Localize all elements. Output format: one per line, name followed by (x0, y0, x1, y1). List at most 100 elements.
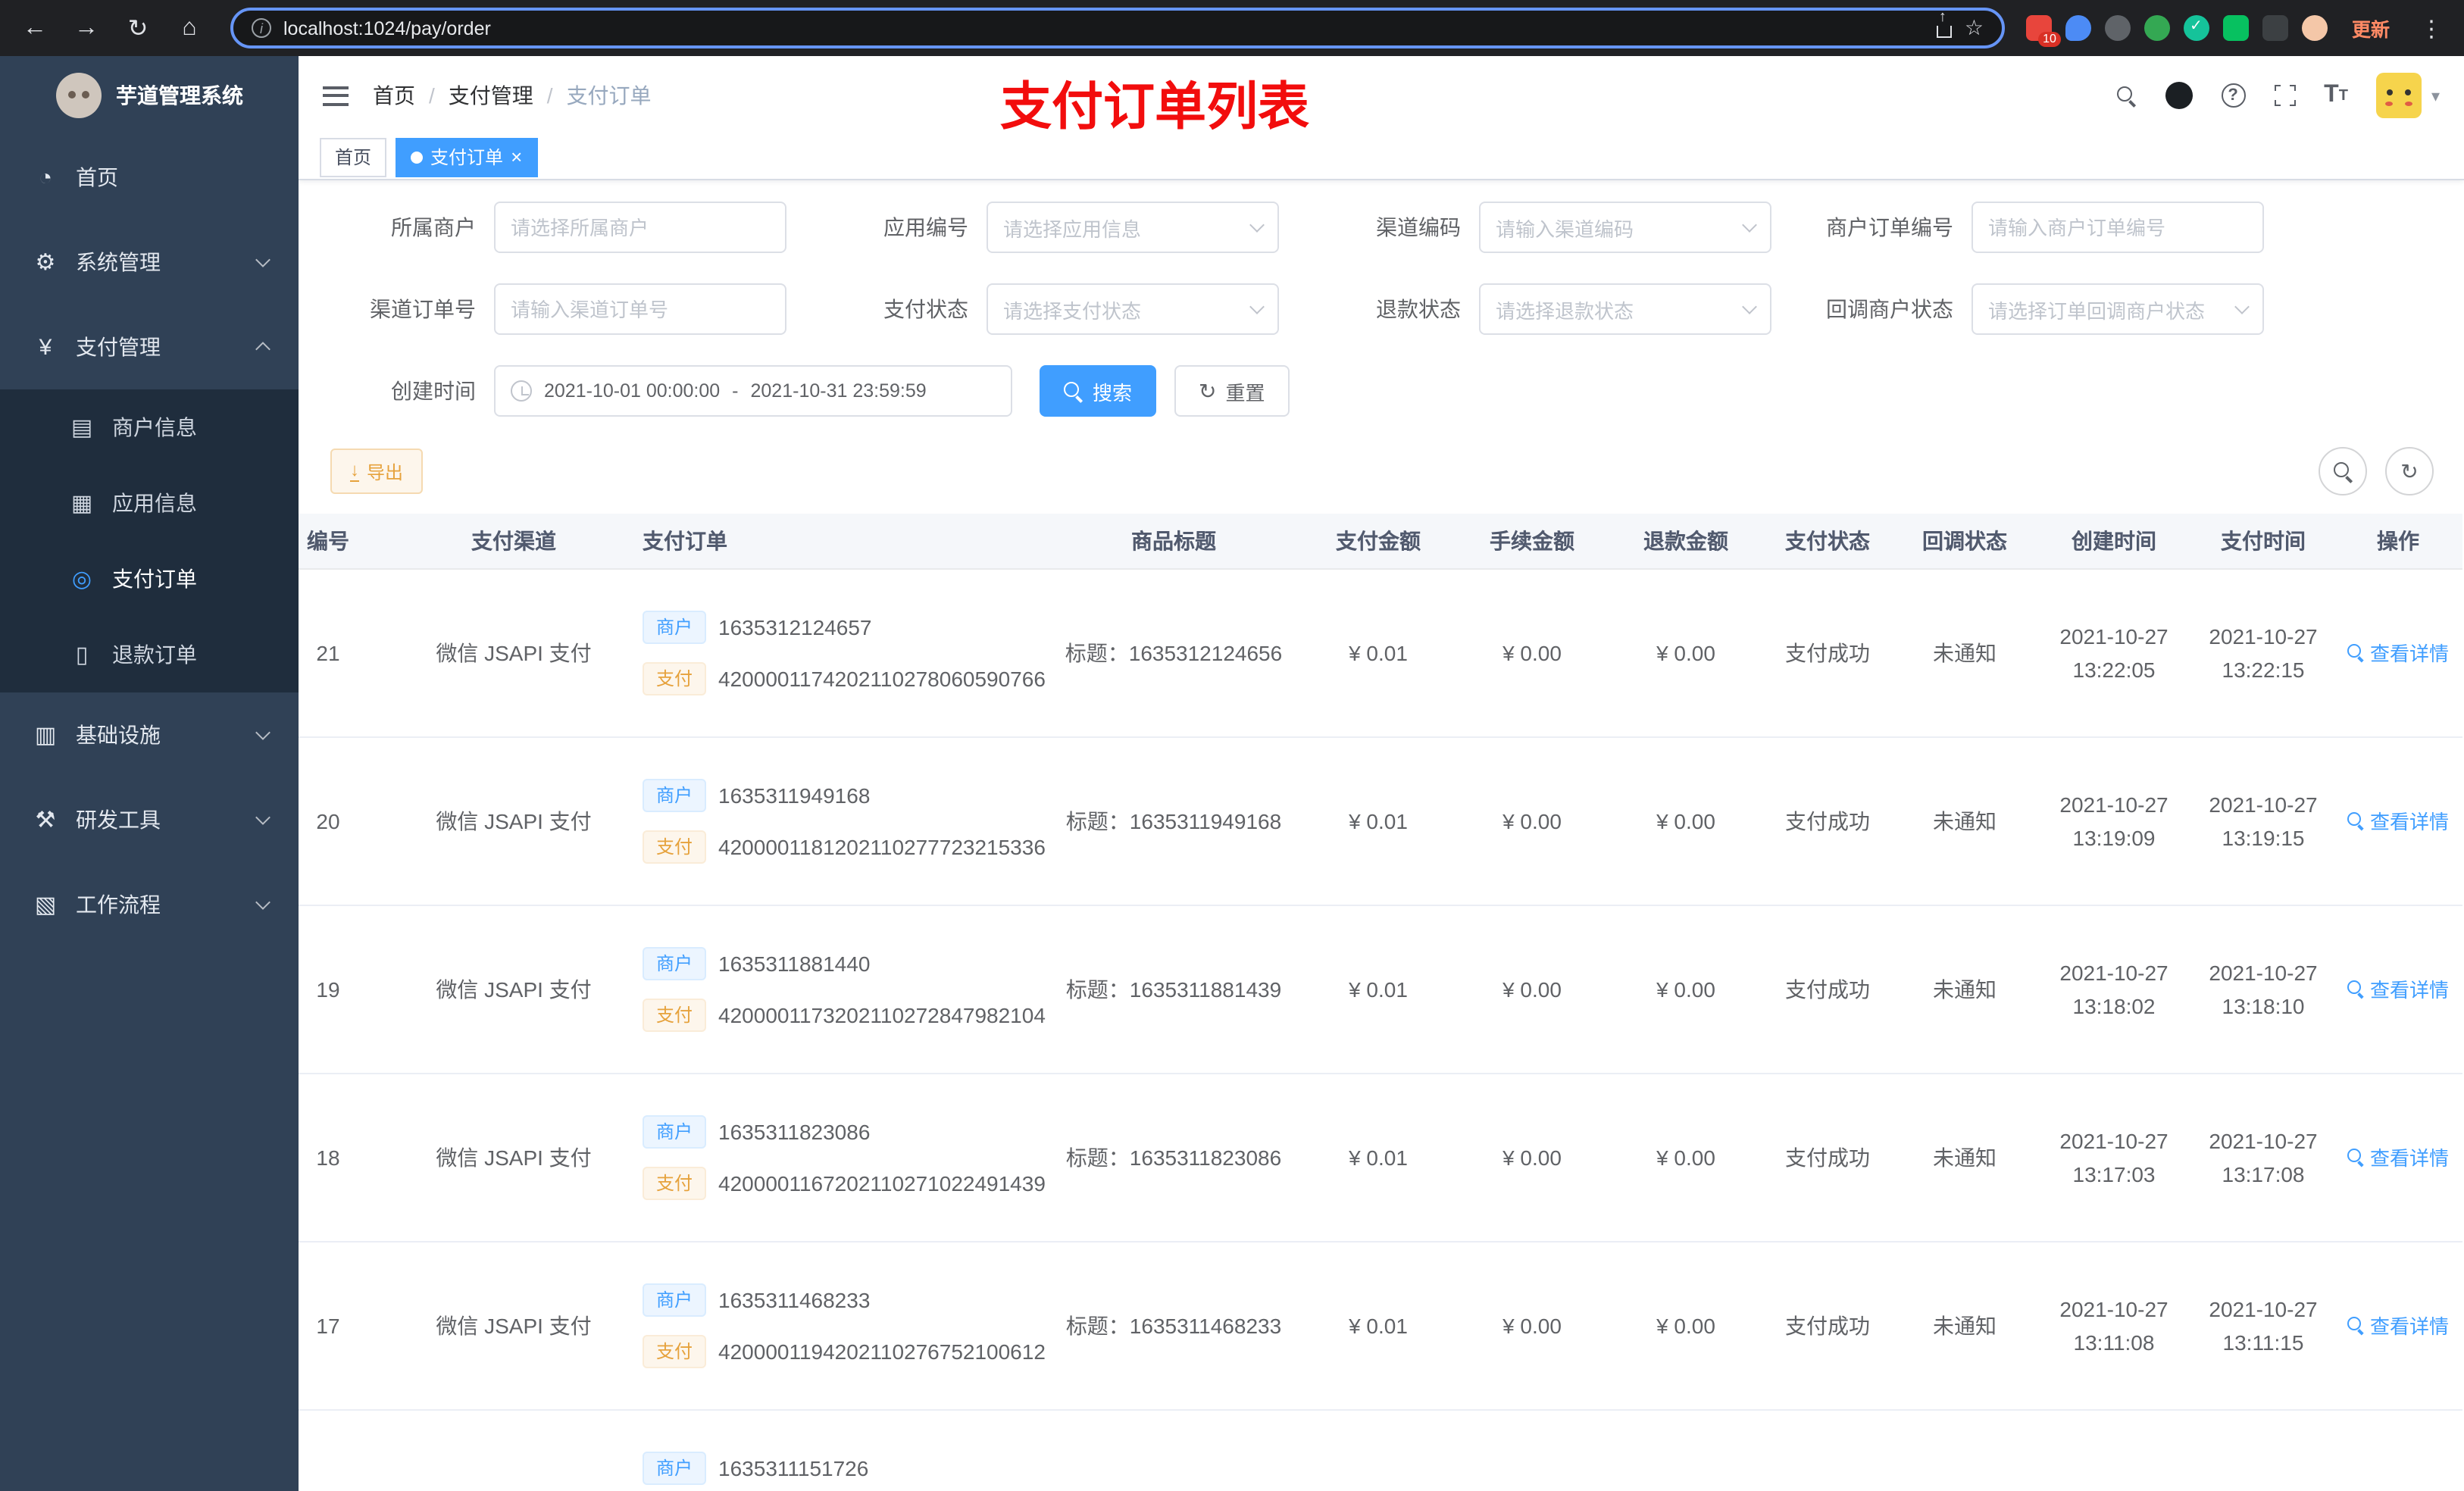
cell-actions: 查看详情 (2334, 568, 2462, 737)
breadcrumb: 首页 / 支付管理 / 支付订单 (373, 80, 652, 111)
app-select[interactable]: 请选择应用信息 (987, 202, 1279, 253)
merchant-select-input[interactable] (494, 202, 786, 253)
pay-tag: 支付 (643, 830, 707, 863)
table-row: 19 微信 JSAPI 支付 商户 1635311881440 支付 4200001… (299, 905, 2462, 1074)
tab-label: 首页 (335, 147, 372, 168)
hamburger-icon[interactable] (323, 86, 349, 105)
credit-card-icon: ▤ (70, 415, 93, 441)
url-text[interactable]: localhost:1024/pay/order (283, 17, 491, 39)
breadcrumb-pay[interactable]: 支付管理 (449, 80, 533, 111)
sidebar-item-devtools[interactable]: ⚒ 研发工具 (0, 777, 299, 862)
forward-icon[interactable]: → (67, 8, 106, 48)
sidebar-item-infra[interactable]: ▥ 基础设施 (0, 692, 299, 777)
merchant-tag: 商户 (643, 1283, 707, 1316)
tab-pay-order[interactable]: 支付订单 × (396, 137, 538, 177)
filter-form: 所属商户 应用编号 请选择应用信息 渠道编码 (299, 202, 2464, 447)
pay-tag: 支付 (643, 998, 707, 1031)
extension-icon-red[interactable]: 10 (2025, 15, 2061, 47)
refund-status-select[interactable]: 请选择退款状态 (1479, 283, 1771, 335)
refresh-icon: ↻ (1199, 379, 1217, 403)
sidebar-item-app-info[interactable]: ▦ 应用信息 (0, 465, 299, 541)
sidebar-item-home[interactable]: ◔ 首页 (0, 135, 299, 220)
search-button[interactable]: 搜索 (1040, 365, 1157, 417)
filter-field-notify-status: 回调商户状态 请选择订单回调商户状态 (1794, 283, 2287, 335)
sidebar-item-pay-order[interactable]: ◎ 支付订单 (0, 541, 299, 617)
sidebar-item-system[interactable]: ⚙ 系统管理 (0, 220, 299, 305)
user-menu[interactable]: ▾ (2376, 73, 2440, 118)
browser-update-button[interactable]: 更新 (2340, 9, 2402, 47)
document-icon: ▯ (75, 642, 89, 668)
top-navbar: 首页 / 支付管理 / 支付订单 支付订单列表 ? TT ▾ (299, 56, 2464, 136)
logo-avatar (55, 73, 101, 118)
server-icon: ▥ (34, 723, 57, 749)
reset-button[interactable]: ↻ 重置 (1174, 365, 1290, 417)
extension-icon-puzzle[interactable] (2262, 15, 2288, 41)
address-bar[interactable]: i localhost:1024/pay/order ☆ (230, 8, 2005, 48)
cell-status: 支付成功 (1761, 1241, 1894, 1410)
filter-field-pay-status: 支付状态 请选择支付状态 (809, 283, 1302, 335)
close-icon[interactable]: × (511, 147, 522, 167)
table-row: 18 微信 JSAPI 支付 商户 1635311823086 支付 4200001… (299, 1073, 2462, 1242)
view-detail-link[interactable]: 查看详情 (2347, 806, 2449, 835)
site-info-icon[interactable]: i (252, 18, 271, 38)
back-icon[interactable]: ← (15, 8, 55, 48)
github-icon[interactable] (2165, 82, 2193, 109)
tab-home[interactable]: 首页 (320, 137, 387, 177)
sidebar-item-refund-order[interactable]: ▯ 退款订单 (0, 617, 299, 692)
extension-icon-check[interactable]: ✓ (2183, 15, 2209, 41)
pay-status-select[interactable]: 请选择支付状态 (987, 283, 1279, 335)
share-icon[interactable] (1937, 9, 1953, 38)
sidebar-item-merchant-info[interactable]: ▤ 商户信息 (0, 389, 299, 465)
bookmark-star-icon[interactable]: ☆ (1965, 15, 1984, 41)
extension-icon-green[interactable] (2143, 15, 2170, 41)
cell-refund (1611, 1409, 1761, 1491)
cell-refund: ¥ 0.00 (1611, 905, 1761, 1074)
active-dot (411, 151, 424, 163)
view-detail-link[interactable]: 查看详情 (2347, 638, 2449, 667)
sidebar-item-pay[interactable]: ¥ 支付管理 (0, 305, 299, 389)
sidebar-item-workflow[interactable]: ▧ 工作流程 (0, 862, 299, 947)
home-icon[interactable]: ⌂ (170, 8, 209, 48)
chevron-down-icon (255, 892, 270, 917)
sidebar-item-label: 支付订单 (112, 567, 197, 591)
merchant-tag: 商户 (643, 778, 707, 811)
help-icon[interactable]: ? (2221, 83, 2246, 108)
channel-code-select[interactable]: 请输入渠道编码 (1479, 202, 1771, 253)
refresh-button[interactable]: ↻ (2385, 447, 2434, 495)
cell-pay-time (2193, 1409, 2334, 1491)
cell-refund: ¥ 0.00 (1611, 568, 1761, 737)
cell-pay-order: 商户 1635311468233 支付 4200001194202110276752… (627, 1241, 1046, 1410)
view-detail-link[interactable]: 查看详情 (2347, 1142, 2449, 1171)
view-detail-link[interactable]: 查看详情 (2347, 974, 2449, 1003)
extension-icon-chat[interactable] (2222, 15, 2249, 41)
extension-icon-face[interactable] (2301, 15, 2328, 41)
fullscreen-icon[interactable] (2269, 80, 2300, 111)
cell-notify: 未通知 (1894, 736, 2035, 905)
sidebar-item-label: 基础设施 (76, 723, 161, 747)
reload-icon[interactable]: ↻ (118, 8, 158, 48)
channel-order-no-input[interactable] (494, 283, 786, 335)
browser-menu-icon[interactable]: ⋮ (2414, 14, 2449, 42)
search-icon[interactable] (2116, 86, 2136, 105)
export-button[interactable]: ↓ 导出 (330, 449, 424, 494)
date-range-picker[interactable]: 2021-10-01 00:00:00 - 2021-10-31 23:59:5… (494, 365, 1012, 417)
font-size-icon[interactable]: TT (2324, 82, 2348, 109)
breadcrumb-home[interactable]: 首页 (373, 80, 415, 111)
extension-icon-dark[interactable] (2104, 15, 2131, 41)
sidebar: 芋道管理系统 ◔ 首页 ⚙ 系统管理 ¥ 支付管理 ▤ 商户信息 ▦ 应用信息 … (0, 56, 299, 1491)
view-detail-link[interactable]: 查看详情 (2347, 1311, 2449, 1339)
sidebar-item-label: 工作流程 (76, 892, 161, 917)
chevron-up-icon (255, 335, 270, 359)
sidebar-logo[interactable]: 芋道管理系统 (0, 56, 299, 135)
cell-title: 标题：1635311823086 (1044, 1073, 1303, 1242)
search-toggle-button[interactable] (2319, 447, 2367, 495)
notify-status-select[interactable]: 请选择订单回调商户状态 (1972, 283, 2264, 335)
merchant-order-no-input[interactable] (1972, 202, 2264, 253)
app-root: ← → ↻ ⌂ i localhost:1024/pay/order ☆ 10 … (0, 0, 2464, 1491)
pay-tag: 支付 (643, 661, 707, 695)
cell-pay-order: 商户 1635311151726 (627, 1409, 1044, 1491)
extension-icon-drop[interactable] (2065, 15, 2091, 41)
cell-fee: ¥ 0.00 (1453, 905, 1611, 1074)
tab-label: 支付订单 (430, 147, 504, 168)
filter-field-merchant: 所属商户 (317, 202, 809, 253)
